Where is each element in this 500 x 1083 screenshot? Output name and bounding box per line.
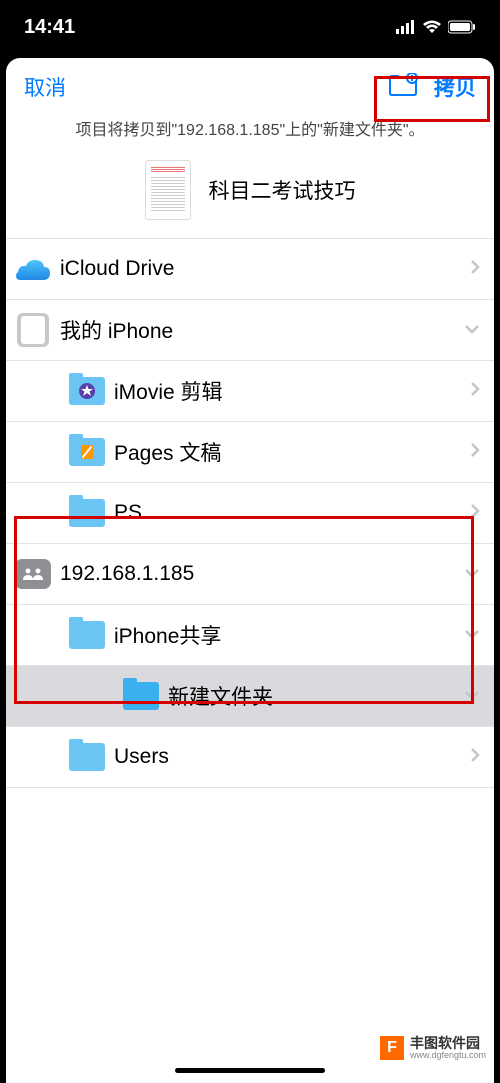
folder-icon [69, 743, 105, 771]
row-iphone-share[interactable]: iPhone共享 [6, 605, 494, 666]
row-users[interactable]: Users [6, 727, 494, 788]
watermark-label: 丰图软件园 [410, 1036, 486, 1051]
chevron-down-icon [464, 626, 480, 644]
wifi-icon [422, 20, 442, 34]
status-bar: 14:41 [0, 0, 500, 54]
home-indicator[interactable] [175, 1068, 325, 1073]
row-label: Pages 文稿 [114, 437, 470, 467]
watermark: F 丰图软件园 www.dgfengtu.com [380, 1036, 486, 1061]
chevron-right-icon [470, 442, 480, 463]
icloud-icon [15, 256, 51, 282]
watermark-url: www.dgfengtu.com [410, 1051, 486, 1061]
row-label: Users [114, 745, 470, 769]
row-icloud[interactable]: iCloud Drive [6, 239, 494, 300]
row-iphone[interactable]: 我的 iPhone [6, 300, 494, 361]
chevron-down-icon [464, 565, 480, 583]
document-thumbnail-icon [145, 160, 191, 220]
chevron-right-icon [470, 503, 480, 524]
document-preview: 科目二考试技巧 [6, 152, 494, 238]
copy-subtitle: 项目将拷贝到"192.168.1.185"上的"新建文件夹"。 [6, 112, 494, 152]
location-list: iCloud Drive 我的 iPhone iMovie 剪辑 Pages 文… [6, 238, 494, 1083]
copy-sheet: 取消 拷贝 项目将拷贝到"192.168.1.185"上的"新建文件夹"。 科目… [6, 58, 494, 1083]
row-label: 新建文件夹 [168, 681, 464, 711]
folder-icon [69, 499, 105, 527]
folder-icon [69, 377, 105, 405]
nav-bar: 取消 拷贝 [6, 58, 494, 112]
row-server[interactable]: 192.168.1.185 [6, 544, 494, 605]
row-label: iPhone共享 [114, 620, 464, 650]
iphone-icon [17, 313, 49, 347]
row-label: 192.168.1.185 [60, 562, 464, 586]
row-label: iMovie 剪辑 [114, 376, 470, 406]
row-pages[interactable]: Pages 文稿 [6, 422, 494, 483]
watermark-logo-icon: F [380, 1036, 404, 1060]
copy-button[interactable]: 拷贝 [434, 72, 476, 102]
row-new-folder[interactable]: 新建文件夹 [6, 666, 494, 727]
chevron-down-icon [464, 321, 480, 339]
cellular-icon [396, 20, 416, 34]
row-ps[interactable]: PS [6, 483, 494, 544]
folder-icon [69, 621, 105, 649]
battery-icon [448, 20, 476, 34]
folder-icon [123, 682, 159, 710]
document-title: 科目二考试技巧 [209, 175, 356, 205]
chevron-right-icon [470, 747, 480, 768]
cancel-button[interactable]: 取消 [24, 72, 66, 102]
row-imovie[interactable]: iMovie 剪辑 [6, 361, 494, 422]
chevron-right-icon [470, 381, 480, 402]
row-label: PS [114, 501, 470, 525]
row-label: 我的 iPhone [60, 315, 464, 345]
notch [170, 0, 330, 30]
chevron-right-icon [470, 259, 480, 280]
shared-server-icon [15, 559, 51, 589]
chevron-down-icon [464, 687, 480, 705]
status-time: 14:41 [24, 16, 75, 39]
status-icons [396, 20, 476, 34]
folder-icon [69, 438, 105, 466]
row-label: iCloud Drive [60, 257, 470, 281]
new-folder-icon[interactable] [388, 73, 418, 102]
